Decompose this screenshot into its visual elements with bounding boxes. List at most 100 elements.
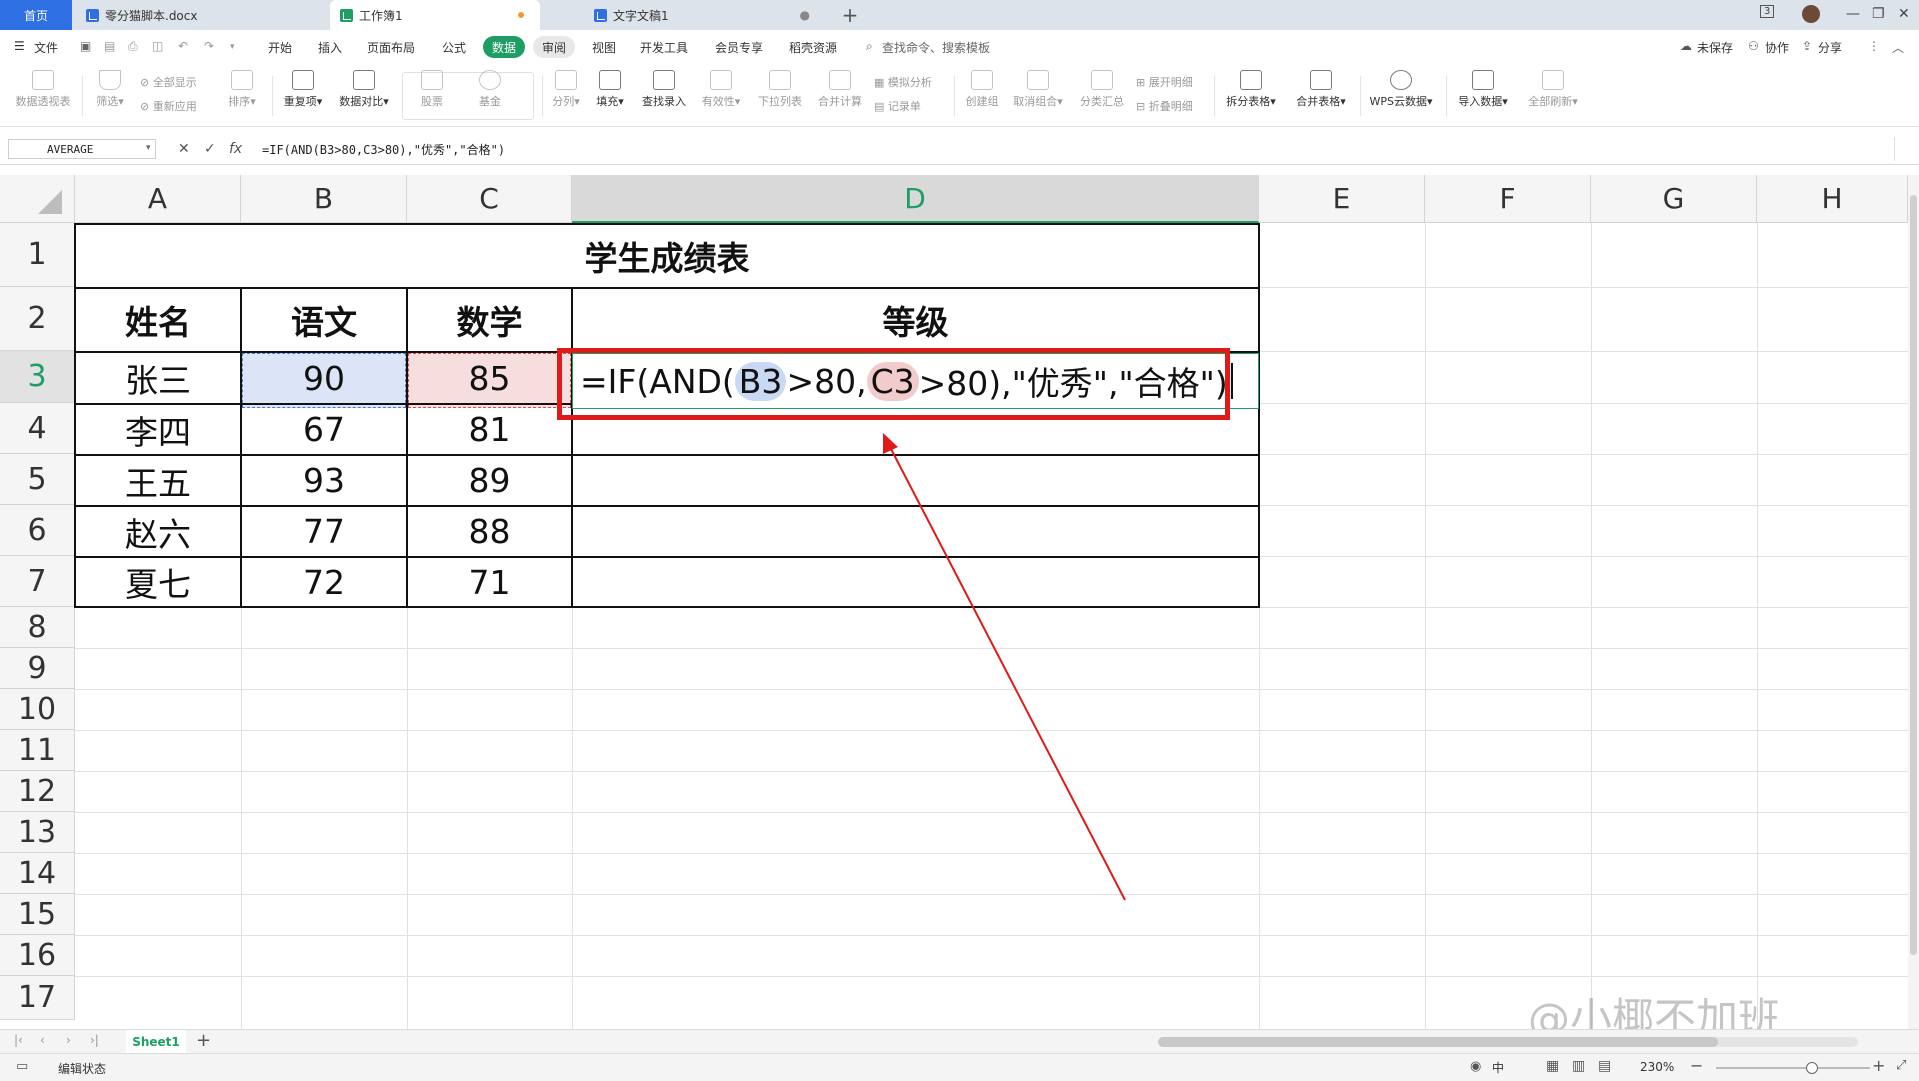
- cell-name-4[interactable]: 赵六: [76, 507, 240, 556]
- merge-table-button[interactable]: 合并表格▾: [1290, 70, 1352, 109]
- avatar[interactable]: [1802, 5, 1820, 23]
- column-header-d[interactable]: D: [572, 175, 1259, 223]
- header-grade[interactable]: 等级: [573, 289, 1258, 351]
- row-header-16[interactable]: 16: [0, 935, 75, 976]
- ungroup-button[interactable]: 取消组合▾: [1008, 70, 1068, 109]
- what-if-analysis-button[interactable]: ▦ 模拟分析: [874, 74, 932, 90]
- column-header-a[interactable]: A: [75, 175, 241, 223]
- header-math[interactable]: 数学: [408, 289, 571, 351]
- row-header-5[interactable]: 5: [0, 454, 75, 505]
- zoom-slider-handle[interactable]: [1806, 1062, 1818, 1074]
- cell-chinese-5[interactable]: 72: [242, 558, 406, 606]
- menu-insert[interactable]: 插入: [318, 39, 342, 56]
- undo-icon[interactable]: ↶: [178, 39, 188, 53]
- cell-math-5[interactable]: 71: [408, 558, 571, 606]
- name-box[interactable]: AVERAGE: [8, 139, 156, 159]
- row-header-2[interactable]: 2: [0, 287, 75, 351]
- name-box-dropdown-icon[interactable]: ▾: [146, 143, 151, 153]
- zoom-out-icon[interactable]: −: [1690, 1056, 1703, 1075]
- row-header-6[interactable]: 6: [0, 505, 75, 556]
- menu-data[interactable]: 数据: [483, 36, 525, 58]
- menu-start[interactable]: 开始: [268, 39, 292, 56]
- text-to-columns-button[interactable]: 分列▾: [548, 70, 584, 109]
- formula-input[interactable]: =IF(AND(B3>80,C3>80),"优秀","合格"): [262, 141, 505, 158]
- cell-math-4[interactable]: 88: [408, 507, 571, 556]
- collapse-ribbon-icon[interactable]: ︿: [1892, 39, 1904, 56]
- confirm-formula-icon[interactable]: ✓: [204, 141, 216, 157]
- menu-view[interactable]: 视图: [592, 39, 616, 56]
- menu-review[interactable]: 审阅: [533, 36, 575, 58]
- quick-print-preview-icon[interactable]: ▤: [104, 39, 115, 53]
- cell-math-3[interactable]: 89: [408, 456, 571, 505]
- show-all-button[interactable]: ⊘ 全部显示: [140, 74, 197, 90]
- tab-home[interactable]: 首页: [0, 0, 72, 30]
- sort-button[interactable]: 排序▾: [222, 70, 262, 109]
- cell-name-1[interactable]: 张三: [76, 353, 240, 403]
- quick-access-dropdown-icon[interactable]: ▾: [230, 42, 235, 52]
- cell-name-2[interactable]: 李四: [76, 405, 240, 454]
- menu-member[interactable]: 会员专享: [715, 39, 763, 56]
- cell-name-3[interactable]: 王五: [76, 456, 240, 505]
- normal-view-icon[interactable]: ▦: [1546, 1058, 1559, 1074]
- menu-file[interactable]: 文件: [34, 39, 58, 56]
- first-sheet-icon[interactable]: |‹: [14, 1033, 23, 1047]
- restore-icon[interactable]: ❐: [1872, 6, 1885, 22]
- fill-button[interactable]: 填充▾: [592, 70, 628, 109]
- page-break-view-icon[interactable]: ▥: [1572, 1058, 1585, 1074]
- column-header-g[interactable]: G: [1591, 175, 1757, 223]
- cell-chinese-1[interactable]: 90: [242, 353, 406, 403]
- eye-protection-icon[interactable]: ◉: [1470, 1059, 1481, 1074]
- tab-document-1[interactable]: 零分猫脚本.docx: [76, 0, 326, 30]
- menu-formulas[interactable]: 公式: [442, 39, 466, 56]
- column-header-h[interactable]: H: [1757, 175, 1908, 223]
- quick-preview-icon[interactable]: ◫: [152, 39, 163, 53]
- row-header-8[interactable]: 8: [0, 607, 75, 648]
- row-header-13[interactable]: 13: [0, 812, 75, 853]
- quick-save-icon[interactable]: ▣: [80, 39, 91, 53]
- menu-docer[interactable]: 稻壳资源: [789, 39, 837, 56]
- quick-print-icon[interactable]: ⎙: [128, 39, 138, 54]
- share-button[interactable]: 分享: [1818, 39, 1842, 56]
- macro-record-icon[interactable]: ▭: [16, 1059, 28, 1074]
- lookup-entry-button[interactable]: 查找录入: [638, 70, 690, 109]
- record-form-button[interactable]: ▤ 记录单: [874, 98, 921, 114]
- row-header-11[interactable]: 11: [0, 730, 75, 771]
- column-header-f[interactable]: F: [1425, 175, 1591, 223]
- row-header-15[interactable]: 15: [0, 894, 75, 935]
- prev-sheet-icon[interactable]: ‹: [40, 1033, 45, 1047]
- stocks-button[interactable]: 股票: [410, 70, 454, 109]
- duplicates-button[interactable]: 重复项▾: [278, 70, 328, 109]
- command-search[interactable]: 查找命令、搜索模板: [882, 39, 990, 56]
- cell-name-5[interactable]: 夏七: [76, 558, 240, 606]
- zoom-slider[interactable]: [1716, 1067, 1870, 1069]
- tab-workbook[interactable]: 工作簿1: [330, 0, 540, 30]
- fullscreen-icon[interactable]: ⤢: [1896, 1058, 1906, 1073]
- close-window-icon[interactable]: ✕: [1898, 6, 1910, 22]
- insert-function-icon[interactable]: fx: [229, 141, 242, 157]
- row-header-17[interactable]: 17: [0, 976, 75, 1020]
- data-compare-button[interactable]: 数据对比▾: [334, 70, 394, 109]
- cancel-formula-icon[interactable]: ✕: [178, 141, 190, 157]
- vertical-scrollbar[interactable]: [1908, 175, 1919, 1029]
- row-header-14[interactable]: 14: [0, 853, 75, 894]
- more-options-icon[interactable]: ⋮: [1868, 39, 1880, 53]
- header-chinese[interactable]: 语文: [242, 289, 406, 351]
- vertical-scroll-thumb[interactable]: [1910, 195, 1917, 955]
- last-sheet-icon[interactable]: ›|: [90, 1033, 99, 1047]
- collaborate-button[interactable]: 协作: [1765, 39, 1789, 56]
- cell-math-1[interactable]: 85: [408, 353, 571, 403]
- select-all-corner[interactable]: [0, 175, 75, 223]
- cell-chinese-3[interactable]: 93: [242, 456, 406, 505]
- split-table-button[interactable]: 拆分表格▾: [1220, 70, 1282, 109]
- refresh-all-button[interactable]: 全部刷新▾: [1522, 70, 1584, 109]
- row-header-1[interactable]: 1: [0, 223, 75, 287]
- dropdown-list-button[interactable]: 下拉列表: [754, 70, 806, 109]
- header-name[interactable]: 姓名: [76, 289, 240, 351]
- tab-document-2[interactable]: 文字文稿1 ●: [584, 0, 824, 30]
- subtotal-button[interactable]: 分类汇总: [1076, 70, 1128, 109]
- import-data-button[interactable]: 导入数据▾: [1452, 70, 1514, 109]
- column-header-c[interactable]: C: [407, 175, 572, 223]
- horizontal-scrollbar[interactable]: [1158, 1037, 1858, 1047]
- horizontal-scroll-thumb[interactable]: [1158, 1037, 1718, 1047]
- row-header-10[interactable]: 10: [0, 689, 75, 730]
